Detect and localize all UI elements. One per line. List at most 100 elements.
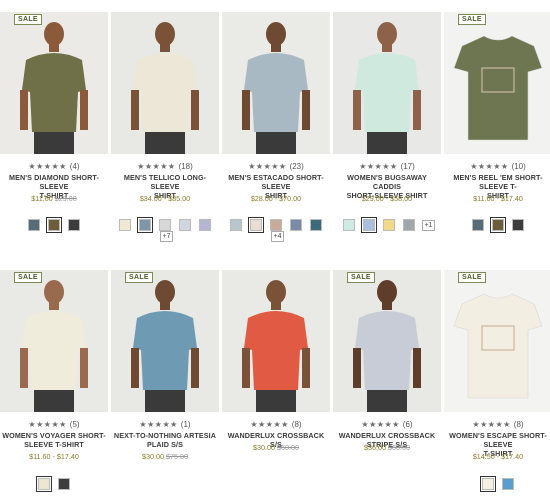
original-price: $29.00: [54, 194, 77, 203]
product-name-line: MEN'S ESTACADO SHORT-SLEEVE: [228, 173, 324, 191]
color-swatches: +7: [111, 217, 219, 242]
product-rating[interactable]: ★★★★★ (6): [333, 420, 441, 429]
product-image[interactable]: [444, 270, 550, 412]
product-image[interactable]: [333, 270, 441, 412]
product-card[interactable]: ★★★★★ (18) MEN'S TELLICO LONG-SLEEVE SHIRT $…: [111, 12, 219, 242]
color-swatch[interactable]: [512, 219, 524, 231]
star-rating-icon: ★★★★★: [361, 420, 400, 429]
color-swatch[interactable]: [248, 217, 264, 233]
star-rating-icon: ★★★★★: [470, 162, 509, 171]
current-price: $11.60 - $17.40: [473, 194, 523, 203]
product-image[interactable]: [111, 12, 219, 154]
product-price: $36.00 $60.00: [333, 443, 441, 452]
product-card[interactable]: SALE ★★★★★ (6) WANDERLUX CROSSBACK STRIPE S…: [333, 270, 441, 498]
product-grid: SALE ★★★★★ (4) MEN'S DIAMOND SHORT-SLEEVE T-…: [0, 0, 550, 494]
color-swatch[interactable]: [119, 219, 131, 231]
product-rating[interactable]: ★★★★★ (10): [444, 162, 550, 171]
product-rating[interactable]: ★★★★★ (8): [444, 420, 550, 429]
sale-badge: SALE: [14, 14, 42, 25]
product-image[interactable]: [0, 12, 108, 154]
color-swatch[interactable]: [179, 219, 191, 231]
product-name-line: MEN'S REEL 'EM SHORT-SLEEVE T-: [453, 173, 543, 191]
color-swatch[interactable]: [68, 219, 80, 231]
product-card[interactable]: SALE ★★★★★ (10) MEN'S REEL 'EM SHORT-SLEEVE…: [444, 12, 550, 240]
product-image[interactable]: [444, 12, 550, 154]
product-name-line: NEXT-TO-NOTHING ARTESIA: [113, 431, 217, 440]
review-count: (8): [513, 420, 524, 429]
current-price: $14.50 - $17.40: [472, 452, 524, 461]
color-swatches: [444, 476, 550, 492]
original-price: $60.00: [277, 443, 299, 452]
product-name-line: MEN'S DIAMOND SHORT-SLEEVE: [9, 173, 99, 191]
color-swatch[interactable]: [382, 219, 395, 231]
current-price: $36.00: [364, 443, 386, 452]
product-price: $29.00 - $58.00: [333, 194, 441, 203]
color-swatch[interactable]: [342, 219, 355, 231]
color-swatch[interactable]: [28, 219, 40, 231]
color-swatches: [0, 217, 108, 233]
color-swatch[interactable]: [290, 219, 302, 231]
review-count: (1): [180, 420, 191, 429]
product-rating[interactable]: ★★★★★ (1): [111, 420, 219, 429]
color-swatch[interactable]: [159, 219, 171, 231]
product-image[interactable]: [111, 270, 219, 412]
color-swatch[interactable]: [310, 219, 322, 231]
color-swatch[interactable]: [480, 476, 496, 492]
review-count: (23): [289, 162, 304, 171]
current-price: $29.00 - $58.00: [361, 194, 413, 203]
product-image[interactable]: [222, 270, 330, 412]
color-swatches: [0, 476, 108, 492]
current-price: $11.60: [31, 194, 53, 203]
product-card[interactable]: ★★★★★ (8) WANDERLUX CROSSBACK S/S $30.00 $60…: [222, 270, 330, 498]
color-swatch[interactable]: [199, 219, 211, 231]
color-swatch[interactable]: [472, 219, 484, 231]
product-rating[interactable]: ★★★★★ (4): [0, 162, 108, 171]
product-price: $11.60 - $17.40: [0, 452, 108, 461]
product-card[interactable]: SALE ★★★★★ (5) WOMEN'S VOYAGER SHORT- SLEEVE…: [0, 270, 108, 498]
color-swatch[interactable]: [46, 217, 62, 233]
product-price: $30.00 $75.00: [111, 452, 219, 461]
star-rating-icon: ★★★★★: [139, 420, 178, 429]
color-swatch[interactable]: [360, 217, 377, 233]
product-rating[interactable]: ★★★★★ (23): [222, 162, 330, 171]
product-card[interactable]: SALE ★★★★★ (4) MEN'S DIAMOND SHORT-SLEEVE T-…: [0, 12, 108, 240]
product-price: $30.00 $60.00: [222, 443, 330, 452]
product-name[interactable]: NEXT-TO-NOTHING ARTESIA PLAID S/S: [111, 431, 219, 449]
product-name[interactable]: WOMEN'S VOYAGER SHORT- SLEEVE T-SHIRT: [0, 431, 108, 449]
product-price: $34.00 - $85.00: [111, 194, 219, 203]
product-price: $11.60 - $17.40: [444, 194, 550, 203]
product-image[interactable]: [222, 12, 330, 154]
color-swatches: +4: [222, 217, 330, 242]
color-swatch[interactable]: [490, 217, 506, 233]
original-price: $60.00: [388, 443, 410, 452]
star-rating-icon: ★★★★★: [472, 420, 511, 429]
color-swatch[interactable]: [502, 478, 514, 490]
more-colors-button[interactable]: +1: [421, 219, 436, 231]
product-card[interactable]: SALE ★★★★★ (8) WOMEN'S ESCAPE SHORT-SLEEVE T…: [444, 270, 550, 498]
sale-badge: SALE: [458, 272, 486, 283]
product-rating[interactable]: ★★★★★ (18): [111, 162, 219, 171]
color-swatch[interactable]: [137, 217, 153, 233]
color-swatch[interactable]: [36, 476, 52, 492]
product-rating[interactable]: ★★★★★ (8): [222, 420, 330, 429]
product-card[interactable]: ★★★★★ (23) MEN'S ESTACADO SHORT-SLEEVE SHIR…: [222, 12, 330, 242]
product-card[interactable]: SALE ★★★★★ (1) NEXT-TO-NOTHING ARTESIA PLAID…: [111, 270, 219, 498]
product-image[interactable]: [333, 12, 441, 154]
current-price: $28.00 - $70.00: [250, 194, 302, 203]
color-swatch[interactable]: [230, 219, 242, 231]
review-count: (17): [400, 162, 415, 171]
review-count: (5): [69, 420, 80, 429]
color-swatch[interactable]: [270, 219, 282, 231]
review-count: (6): [402, 420, 413, 429]
product-image[interactable]: [0, 270, 108, 412]
product-card[interactable]: ★★★★★ (17) WOMEN'S BUGSAWAY CADDIS SHORT-SL…: [333, 12, 441, 240]
star-rating-icon: ★★★★★: [28, 420, 67, 429]
current-price: $34.00 - $85.00: [139, 194, 191, 203]
color-swatch[interactable]: [402, 219, 415, 231]
review-count: (4): [69, 162, 80, 171]
more-colors-button[interactable]: +4: [270, 231, 285, 242]
product-rating[interactable]: ★★★★★ (17): [333, 162, 441, 171]
product-rating[interactable]: ★★★★★ (5): [0, 420, 108, 429]
more-colors-button[interactable]: +7: [159, 231, 174, 242]
color-swatch[interactable]: [58, 478, 70, 490]
